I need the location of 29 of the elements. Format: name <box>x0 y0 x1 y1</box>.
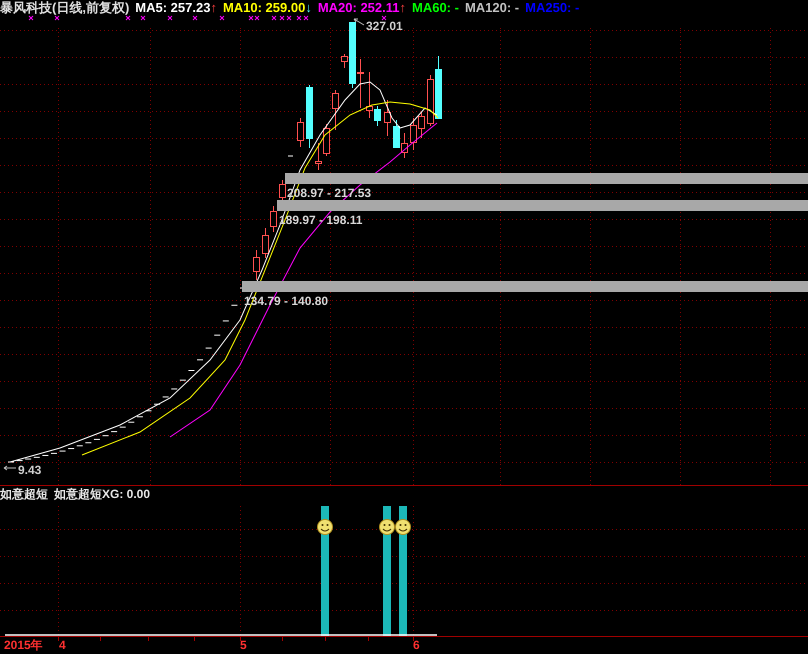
candle <box>306 84 313 148</box>
ma-value: MA5: 257.23 <box>135 0 210 16</box>
candle <box>297 118 304 148</box>
chart-title: 暴风科技(日线,前复权) <box>0 0 130 16</box>
trend-arrow: ↓ <box>305 0 312 16</box>
price-label: 327.01 <box>366 20 403 32</box>
ma-value: MA10: 259.00 <box>222 0 306 16</box>
axis-year: 2015年 <box>4 639 43 651</box>
axis-month: 6 <box>413 639 420 651</box>
trend-arrow: ↑ <box>400 0 406 16</box>
ma-value: MA120: - <box>464 0 520 16</box>
indicator-value: 如意超短XG: 0.00 <box>54 488 150 500</box>
ma-value: MA20: 252.11 <box>318 0 400 16</box>
indicator-name: 如意超短 <box>0 488 48 500</box>
smiley-icon <box>395 519 411 535</box>
axis-month: 4 <box>59 639 66 651</box>
candle <box>253 250 260 280</box>
price-label: 9.43 <box>18 464 42 476</box>
leader-arrow <box>4 466 16 470</box>
ma-value: MA250: - <box>525 0 580 16</box>
trend-arrow: ↑ <box>210 0 217 16</box>
axis-month: 5 <box>240 639 247 651</box>
smiley-icon <box>317 519 333 535</box>
candle <box>279 180 286 200</box>
leader-arrow <box>354 18 364 26</box>
ma-value: MA60: - <box>412 0 459 16</box>
candle <box>332 90 339 130</box>
smiley-icon <box>379 519 395 535</box>
candle <box>384 100 391 136</box>
